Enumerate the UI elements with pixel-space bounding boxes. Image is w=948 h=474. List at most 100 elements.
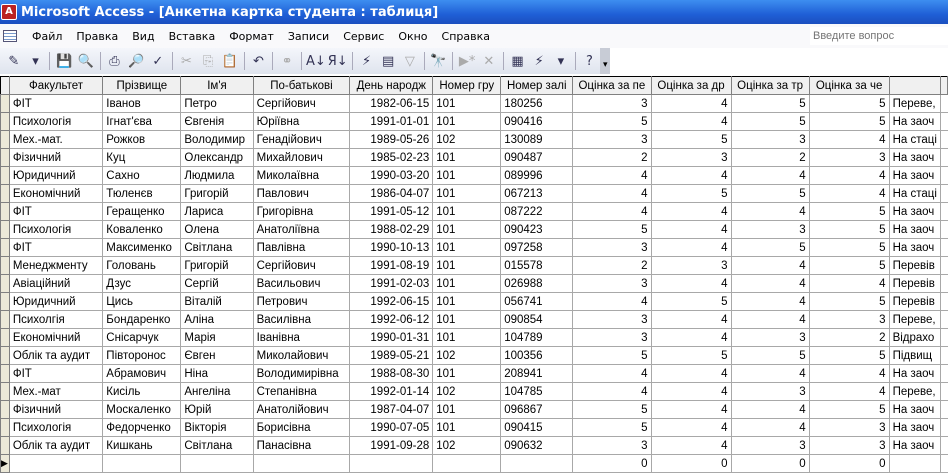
table-cell[interactable]: Переве, — [888, 310, 942, 329]
table-cell[interactable]: 4 — [808, 382, 890, 401]
table-cell[interactable]: Юридичний — [8, 166, 104, 185]
table-cell[interactable]: 101 — [432, 292, 502, 311]
table-cell[interactable]: 3 — [730, 328, 810, 347]
table-cell[interactable]: Миколаївна — [252, 166, 351, 185]
table-row[interactable]: Психологія Федорченко Вікторія Борисівна 199… — [0, 418, 948, 437]
table-cell[interactable]: 101 — [432, 364, 502, 383]
design-view-icon[interactable]: ✎ — [4, 51, 24, 71]
row-selector[interactable] — [0, 130, 10, 149]
table-cell[interactable]: Економічний — [8, 328, 104, 347]
table-cell[interactable]: 1991-02-03 — [349, 274, 434, 293]
table-cell[interactable]: Перевів — [888, 274, 942, 293]
delete-record-icon[interactable]: ✕ — [479, 51, 499, 71]
table-cell[interactable]: 4 — [730, 202, 810, 221]
row-selector[interactable] — [0, 418, 10, 437]
filter-by-selection-icon[interactable]: ⚡ — [357, 51, 377, 71]
table-cell[interactable]: Облік та аудит — [8, 346, 104, 365]
table-cell[interactable] — [349, 454, 434, 473]
table-cell[interactable]: 3 — [730, 130, 810, 149]
row-selector[interactable]: ▶ — [0, 454, 10, 473]
table-cell[interactable]: 4 — [650, 310, 732, 329]
table-row[interactable]: ФІТ Абрамович Ніна Володимирівна 1988-08-30 1… — [0, 364, 948, 383]
new-record-row[interactable]: ▶ 0 0 0 0 — [0, 454, 948, 473]
table-cell[interactable]: 087222 — [500, 202, 574, 221]
table-cell[interactable]: 5 — [730, 184, 810, 203]
table-cell[interactable]: Ніна — [180, 364, 254, 383]
table-cell[interactable]: Євгенія — [180, 112, 254, 131]
find-icon[interactable]: 🔭 — [429, 51, 449, 71]
table-cell[interactable]: Рожков — [102, 130, 182, 149]
table-cell[interactable]: Володимир — [180, 130, 254, 149]
table-cell[interactable]: 101 — [432, 112, 502, 131]
table-cell[interactable]: 3 — [808, 436, 890, 455]
table-cell[interactable]: ФІТ — [8, 94, 104, 113]
row-selector[interactable] — [0, 292, 10, 311]
table-cell[interactable]: На заоч — [888, 112, 942, 131]
column-header[interactable]: Ім'я — [180, 76, 254, 95]
table-cell[interactable]: 4 — [650, 238, 732, 257]
table-cell[interactable]: 4 — [572, 166, 652, 185]
print-preview-icon[interactable]: 🔎 — [126, 51, 146, 71]
table-cell[interactable]: Абрамович — [102, 364, 182, 383]
table-cell[interactable]: 3 — [572, 274, 652, 293]
table-cell[interactable]: 100356 — [500, 346, 574, 365]
table-cell[interactable]: 208941 — [500, 364, 574, 383]
table-cell[interactable]: 5 — [650, 184, 732, 203]
table-cell[interactable]: Марія — [180, 328, 254, 347]
row-selector[interactable] — [0, 148, 10, 167]
copy-icon[interactable]: ⎘ — [198, 51, 218, 71]
table-cell[interactable]: 1991-09-28 — [349, 436, 434, 455]
table-cell[interactable]: Кишкань — [102, 436, 182, 455]
table-cell[interactable]: 102 — [432, 346, 502, 365]
table-cell[interactable]: Іванівна — [252, 328, 351, 347]
column-header[interactable]: Номер гру — [432, 76, 502, 95]
row-selector[interactable] — [0, 256, 10, 275]
row-selector[interactable] — [0, 310, 10, 329]
dropdown-icon[interactable]: ▾ — [26, 51, 46, 71]
table-cell[interactable]: Кисіль — [102, 382, 182, 401]
table-row[interactable]: Психолгія Бондаренко Аліна Василівна 1992-06… — [0, 310, 948, 329]
menu-5[interactable]: Записи — [281, 30, 336, 43]
sort-descending-icon[interactable]: Я↓ — [328, 51, 348, 71]
table-cell[interactable]: 1992-01-14 — [349, 382, 434, 401]
table-cell[interactable]: Володимирівна — [252, 364, 351, 383]
table-cell[interactable]: 4 — [650, 202, 732, 221]
table-cell[interactable]: На стаці — [888, 130, 942, 149]
save-icon[interactable]: 💾 — [54, 51, 74, 71]
table-cell[interactable]: Психологія — [8, 112, 104, 131]
table-cell[interactable] — [180, 454, 254, 473]
table-cell[interactable]: 5 — [808, 292, 890, 311]
table-cell[interactable]: Іванов — [102, 94, 182, 113]
table-cell[interactable]: Павлівна — [252, 238, 351, 257]
table-cell[interactable]: 090854 — [500, 310, 574, 329]
table-cell[interactable]: Психологія — [8, 220, 104, 239]
column-header[interactable]: Оцінка за др — [650, 76, 732, 95]
table-cell[interactable]: 4 — [730, 418, 810, 437]
table-cell[interactable]: Анатоліївна — [252, 220, 351, 239]
table-cell[interactable]: Григорівна — [252, 202, 351, 221]
table-cell[interactable]: 090632 — [500, 436, 574, 455]
help-icon[interactable]: ? — [580, 51, 600, 71]
table-cell[interactable]: 101 — [432, 166, 502, 185]
table-row[interactable]: Психологія Коваленко Олена Анатоліївна 1988-… — [0, 220, 948, 239]
table-cell[interactable]: 4 — [730, 400, 810, 419]
table-cell[interactable]: 4 — [650, 328, 732, 347]
menu-1[interactable]: Правка — [69, 30, 125, 43]
table-cell[interactable]: 4 — [650, 166, 732, 185]
column-header[interactable]: Оцінка за че — [808, 76, 890, 95]
table-cell[interactable]: Перевів — [888, 292, 942, 311]
table-cell[interactable]: 4 — [572, 292, 652, 311]
table-cell[interactable]: 3 — [572, 238, 652, 257]
table-cell[interactable]: Василівна — [252, 310, 351, 329]
apply-filter-icon[interactable]: ▽ — [400, 51, 420, 71]
table-cell[interactable]: 1992-06-15 — [349, 292, 434, 311]
table-cell[interactable]: На заоч — [888, 238, 942, 257]
table-cell[interactable]: 4 — [572, 202, 652, 221]
table-cell[interactable]: 0 — [572, 454, 652, 473]
table-cell[interactable]: 2 — [730, 148, 810, 167]
row-selector[interactable] — [0, 274, 10, 293]
table-row[interactable]: Облік та аудит Кишкань Світлана Панасівна 19… — [0, 436, 948, 455]
cut-icon[interactable]: ✂ — [177, 51, 197, 71]
undo-icon[interactable]: ↶ — [249, 51, 269, 71]
row-selector[interactable] — [0, 112, 10, 131]
